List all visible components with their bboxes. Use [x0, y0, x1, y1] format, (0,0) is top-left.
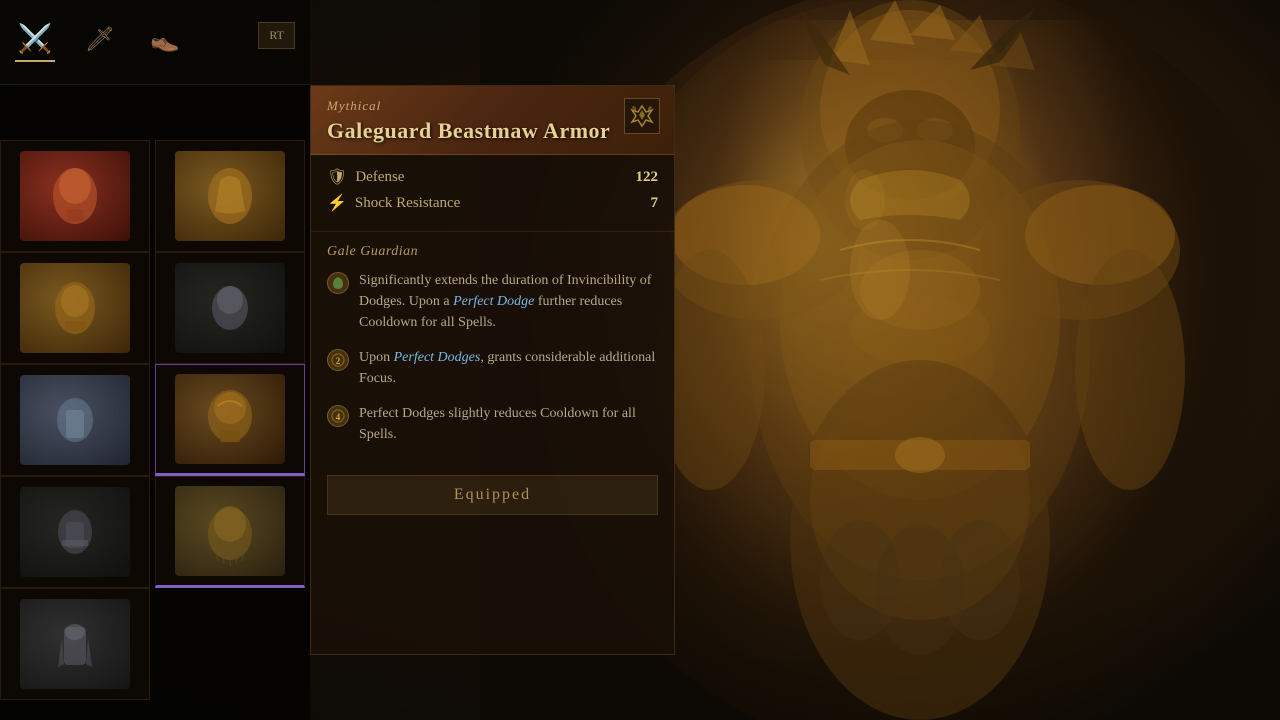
stat-shock: ⚡ Shock Resistance 7 [327, 193, 658, 213]
tab-underline-boots [145, 58, 185, 60]
ability-group-title: Gale Guardian [327, 244, 658, 260]
item-slot-5[interactable] [0, 364, 150, 476]
item-slot-2[interactable] [155, 140, 305, 252]
ability-1-bullet [327, 272, 349, 294]
item-8-icon [200, 496, 260, 566]
item-slot-9[interactable] [0, 588, 150, 700]
item-slot-3[interactable] [0, 252, 150, 364]
item-name: Galeguard Beastmaw Armor [327, 118, 658, 144]
shock-value: 7 [651, 195, 659, 212]
boots-tab-icon: 👞 [150, 25, 180, 54]
item-2-icon [200, 161, 260, 231]
defense-label: Defense [355, 169, 404, 186]
stats-section: 🛡 Defense 122 ⚡ Shock Resistance 7 [311, 155, 674, 232]
shock-label: Shock Resistance [355, 195, 460, 212]
item-slot-1[interactable] [0, 140, 150, 252]
svg-text:2: 2 [336, 356, 341, 366]
abilities-section: Gale Guardian Significantly extends the … [311, 232, 674, 475]
item-badge [624, 98, 660, 134]
rarity-label: Mythical [327, 98, 658, 114]
leaf-icon [331, 276, 345, 290]
svg-text:4: 4 [336, 412, 341, 422]
ability-2-icon: 2 [331, 353, 345, 367]
defense-value: 122 [636, 169, 659, 186]
defense-icon: 🛡 [327, 167, 347, 187]
item-5-icon [48, 388, 103, 453]
top-nav: ⚔️ 🗡 👞 RT [0, 0, 310, 85]
tab-underline-weapon [80, 58, 120, 60]
armor-detail [630, 20, 1230, 700]
weapon-tab-icon: 🗡 [85, 25, 115, 54]
item-9-icon [50, 612, 100, 677]
tab-weapon[interactable]: 🗡 [80, 25, 120, 60]
ability-2: 2 Upon Perfect Dodges, grants considerab… [327, 347, 658, 389]
detail-panel: Mythical Galeguard Beastmaw Armor 🛡 Defe… [310, 85, 675, 655]
item-6-icon [200, 384, 260, 454]
item-slot-6[interactable] [155, 364, 305, 476]
ability-3-bullet: 4 [327, 405, 349, 427]
item-grid [0, 140, 310, 700]
ability-1-text: Significantly extends the duration of In… [359, 270, 658, 333]
ability-2-text: Upon Perfect Dodges, grants considerable… [359, 347, 658, 389]
item-7-icon [48, 500, 103, 565]
ability-1: Significantly extends the duration of In… [327, 270, 658, 333]
ability-3-icon: 4 [331, 409, 345, 423]
equipped-button[interactable]: Equipped [327, 475, 658, 515]
ability-3-text: Perfect Dodges slightly reduces Cooldown… [359, 403, 658, 445]
mythical-icon [628, 102, 656, 130]
tab-armor[interactable]: ⚔️ [15, 22, 55, 62]
corner-rt-button[interactable]: RT [258, 22, 295, 49]
detail-header: Mythical Galeguard Beastmaw Armor [311, 86, 674, 155]
item-3-icon [45, 273, 105, 343]
ability-3: 4 Perfect Dodges slightly reduces Cooldo… [327, 403, 658, 445]
item-slot-4[interactable] [155, 252, 305, 364]
tab-boots[interactable]: 👞 [145, 25, 185, 60]
tab-underline [15, 60, 55, 62]
item-slot-8[interactable] [155, 476, 305, 588]
ability-2-bullet: 2 [327, 349, 349, 371]
left-panel: ⚔️ 🗡 👞 RT [0, 0, 310, 720]
item-slot-7[interactable] [0, 476, 150, 588]
armor-tab-icon: ⚔️ [18, 22, 53, 56]
highlight-perfect-dodge: Perfect Dodge [453, 294, 534, 309]
shock-icon: ⚡ [327, 193, 347, 213]
stat-defense: 🛡 Defense 122 [327, 167, 658, 187]
item-1-icon [45, 161, 105, 231]
item-4-icon [203, 276, 258, 341]
highlight-perfect-dodges-2: Perfect Dodges [394, 350, 481, 365]
